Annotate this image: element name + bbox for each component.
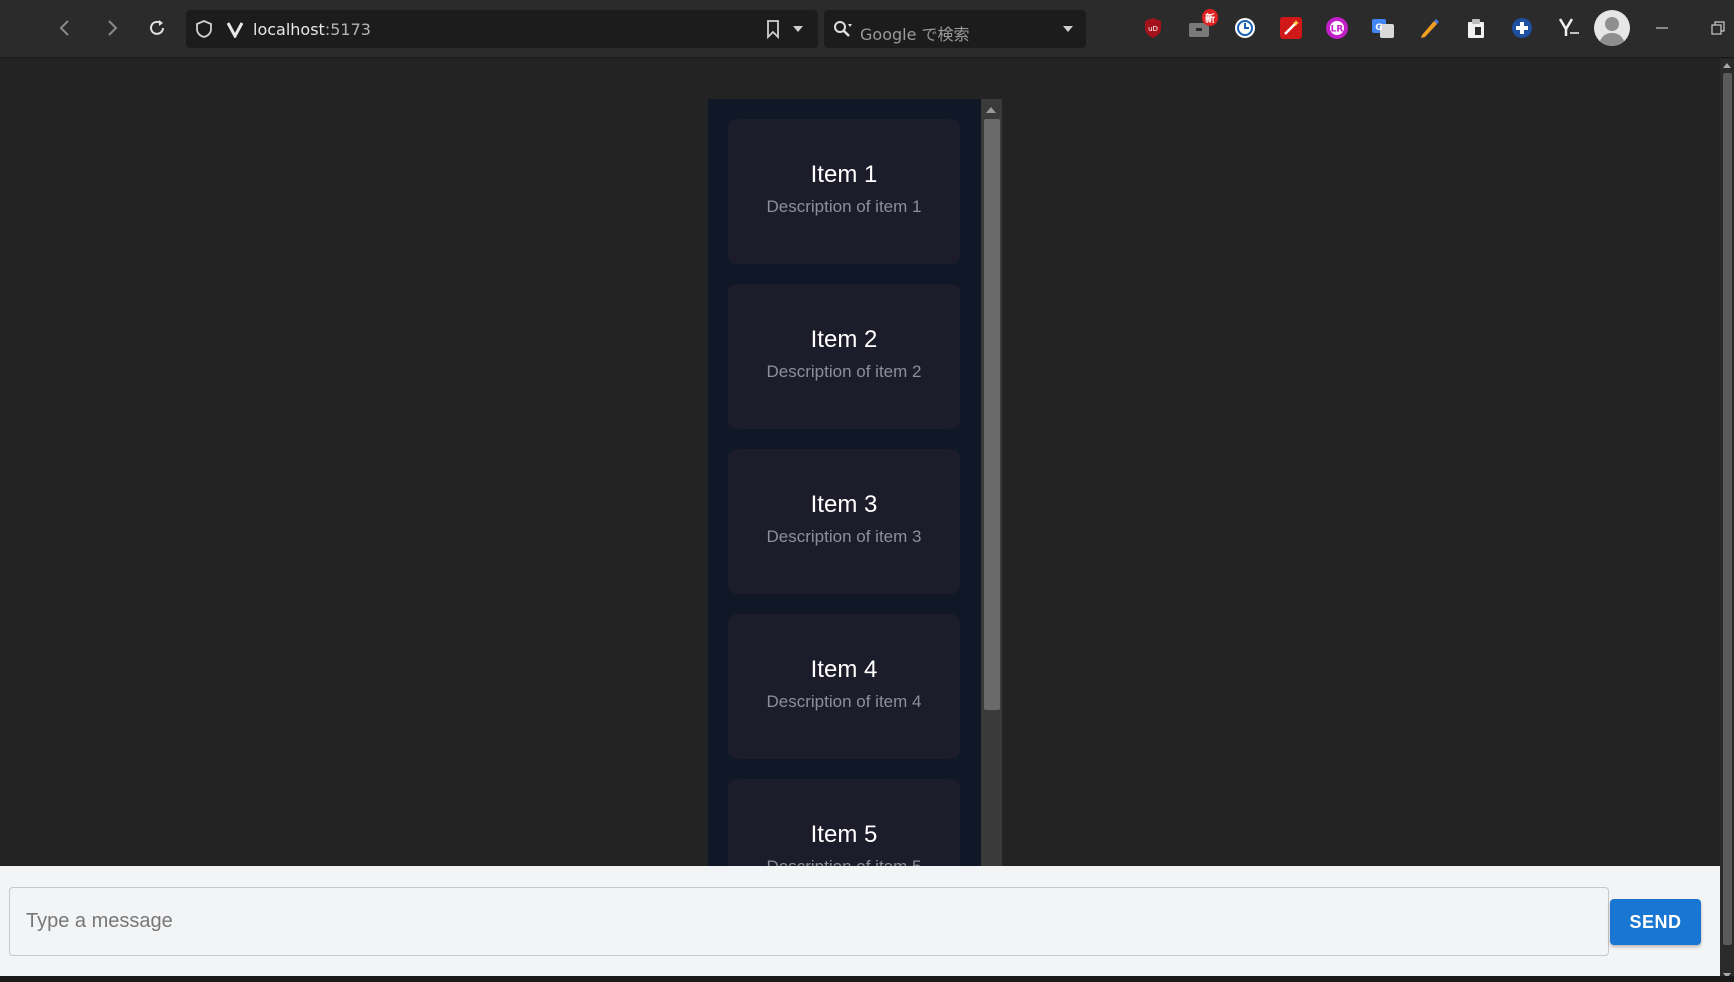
shield-icon[interactable] (194, 19, 214, 39)
language-reactor-icon: LR (1326, 17, 1348, 39)
page-scrollbar[interactable] (1720, 59, 1734, 982)
ublock-extension[interactable]: uD (1140, 15, 1166, 41)
send-button[interactable]: SEND (1610, 899, 1701, 945)
extension-badge: 新 (1202, 9, 1218, 26)
scroll-up-arrow-icon[interactable] (986, 107, 996, 113)
window-bottom-edge (0, 976, 1734, 982)
medical-extension[interactable] (1509, 15, 1535, 41)
message-composer: SEND (0, 866, 1720, 976)
cross-icon (1512, 18, 1532, 38)
translate-extension[interactable]: G (1370, 15, 1396, 41)
chevron-left-icon (59, 20, 69, 36)
item-description: Description of item 4 (766, 692, 922, 711)
browser-toolbar: localhost:5173 Google で検索 uD 新 LR G (0, 0, 1734, 58)
message-input[interactable] (9, 887, 1609, 956)
translate-icon: G (1372, 19, 1394, 38)
svg-text:G: G (1375, 23, 1382, 33)
chevron-down-icon[interactable] (790, 21, 806, 37)
item-title: Item 5 (810, 821, 878, 848)
list-item[interactable]: Item 2 Description of item 2 (728, 284, 960, 429)
item-title: Item 4 (810, 656, 878, 683)
list-scrollbar[interactable] (981, 99, 1002, 866)
url-port: :5173 (324, 20, 371, 39)
list-item[interactable]: Item 5 Description of item 5 (728, 779, 960, 866)
item-description: Description of item 2 (766, 362, 922, 381)
inbox-extension[interactable]: 新 (1186, 9, 1218, 41)
address-bar[interactable]: localhost:5173 (186, 10, 818, 48)
item-title: Item 2 (810, 326, 878, 353)
list-scrollbar-thumb[interactable] (984, 119, 1000, 710)
search-icon (834, 21, 852, 37)
list-item[interactable]: Item 4 Description of item 4 (728, 614, 960, 759)
back-button[interactable] (50, 13, 80, 43)
pen-extension[interactable] (1416, 15, 1442, 41)
page-content: Item 1 Description of item 1 Item 2 Desc… (0, 59, 1720, 982)
search-bar[interactable]: Google で検索 (824, 10, 1086, 48)
clock-icon (1235, 18, 1255, 38)
yomichan-extension[interactable] (1556, 15, 1582, 41)
chevron-right-icon (108, 20, 118, 36)
url-host: localhost (253, 20, 325, 39)
svg-text:uD: uD (1148, 25, 1158, 33)
yen-icon (1558, 18, 1579, 36)
clipboard-extension[interactable] (1463, 15, 1489, 41)
url-text[interactable]: localhost:5173 (253, 20, 371, 39)
scroll-up-arrow-icon[interactable] (1723, 63, 1731, 68)
scrollable-list-panel[interactable]: Item 1 Description of item 1 Item 2 Desc… (708, 99, 1002, 866)
user-icon (1599, 17, 1625, 46)
chevron-down-icon[interactable] (1060, 21, 1076, 37)
language-reactor-extension[interactable]: LR (1324, 15, 1350, 41)
list-item[interactable]: Item 1 Description of item 1 (728, 119, 960, 264)
clock-extension[interactable] (1232, 15, 1258, 41)
item-title: Item 1 (810, 161, 878, 188)
forward-button[interactable] (97, 13, 127, 43)
item-description: Description of item 5 (728, 857, 960, 866)
restore-icon[interactable] (1708, 18, 1728, 38)
list-item[interactable]: Item 3 Description of item 3 (728, 449, 960, 594)
ublock-icon: uD (1145, 18, 1161, 38)
minimize-icon[interactable] (1652, 18, 1672, 38)
reload-button[interactable] (142, 13, 172, 43)
profile-avatar[interactable] (1594, 10, 1630, 46)
item-title: Item 3 (810, 491, 878, 518)
search-placeholder: Google で検索 (860, 25, 970, 44)
clipboard-icon (1468, 19, 1484, 38)
svg-text:LR: LR (1331, 25, 1344, 35)
pen-icon (1421, 19, 1439, 38)
page-scrollbar-thumb[interactable] (1723, 73, 1732, 945)
reload-icon (150, 20, 164, 35)
item-description: Description of item 3 (766, 527, 922, 546)
vivaldi-logo-icon (226, 22, 244, 38)
wand-extension[interactable] (1278, 15, 1304, 41)
bookmark-icon[interactable] (764, 19, 782, 39)
item-description: Description of item 1 (766, 197, 922, 216)
magic-wand-icon (1280, 17, 1302, 39)
